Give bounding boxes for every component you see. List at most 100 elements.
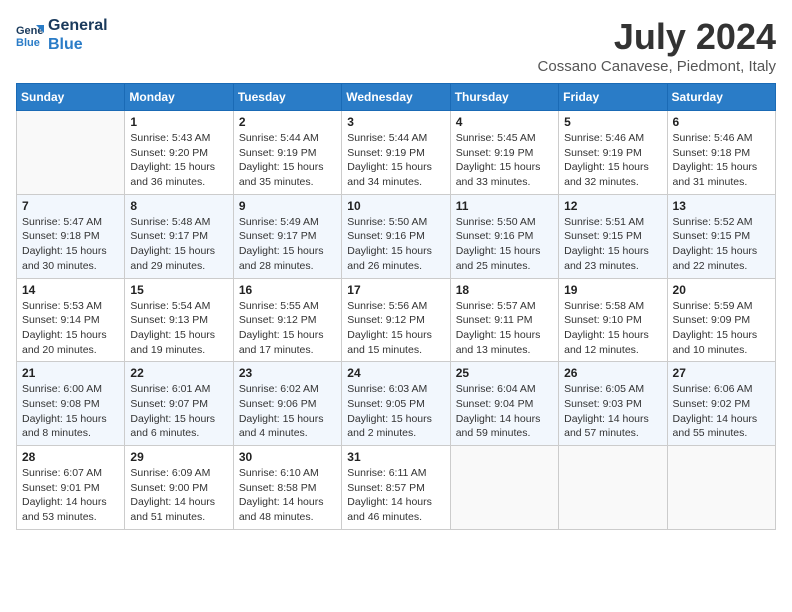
day-info: Sunrise: 5:44 AM Sunset: 9:19 PM Dayligh… (239, 131, 336, 190)
calendar-cell: 9Sunrise: 5:49 AM Sunset: 9:17 PM Daylig… (233, 194, 341, 278)
day-number: 17 (347, 283, 444, 297)
day-number: 26 (564, 366, 661, 380)
calendar-cell: 27 Sunrise: 6:06 AM Sunset: 9:02 PM Dayli… (667, 362, 775, 446)
calendar-cell: 19 Sunrise: 5:58 AM Sunset: 9:10 PM Dayli… (559, 278, 667, 362)
calendar-week-row: 21 Sunrise: 6:00 AM Sunset: 9:08 PM Dayli… (17, 362, 776, 446)
day-number: 16 (239, 283, 336, 297)
day-info: Sunrise: 5:46 AM Sunset: 9:18 PM Dayligh… (673, 131, 770, 190)
weekday-header-tuesday: Tuesday (233, 84, 341, 111)
calendar-cell: 14Sunrise: 5:53 AM Sunset: 9:14 PM Dayli… (17, 278, 125, 362)
day-number: 22 (130, 366, 227, 380)
day-info: Sunrise: 6:05 AM Sunset: 9:03 PM Dayligh… (564, 382, 661, 441)
calendar-week-row: 28 Sunrise: 6:07 AM Sunset: 9:01 PM Dayli… (17, 446, 776, 530)
logo: General Blue General Blue (16, 16, 108, 54)
calendar-cell: 22Sunrise: 6:01 AM Sunset: 9:07 PM Dayli… (125, 362, 233, 446)
calendar-cell (450, 446, 558, 530)
calendar-cell: 15 Sunrise: 5:54 AM Sunset: 9:13 PM Dayli… (125, 278, 233, 362)
calendar-cell: 24Sunrise: 6:03 AM Sunset: 9:05 PM Dayli… (342, 362, 450, 446)
day-info: Sunrise: 5:51 AM Sunset: 9:15 PM Dayligh… (564, 215, 661, 274)
calendar-cell: 23 Sunrise: 6:02 AM Sunset: 9:06 PM Dayli… (233, 362, 341, 446)
calendar-cell: 11Sunrise: 5:50 AM Sunset: 9:16 PM Dayli… (450, 194, 558, 278)
day-info: Sunrise: 6:11 AM Sunset: 8:57 PM Dayligh… (347, 466, 444, 525)
calendar-week-row: 1 Sunrise: 5:43 AM Sunset: 9:20 PM Daylig… (17, 111, 776, 195)
day-info: Sunrise: 6:00 AM Sunset: 9:08 PM Dayligh… (22, 382, 119, 441)
calendar-cell: 13 Sunrise: 5:52 AM Sunset: 9:15 PM Dayli… (667, 194, 775, 278)
day-number: 29 (130, 450, 227, 464)
day-number: 18 (456, 283, 553, 297)
day-number: 14 (22, 283, 119, 297)
day-info: Sunrise: 5:47 AM Sunset: 9:18 PM Dayligh… (22, 215, 119, 274)
day-info: Sunrise: 6:04 AM Sunset: 9:04 PM Dayligh… (456, 382, 553, 441)
day-info: Sunrise: 5:59 AM Sunset: 9:09 PM Dayligh… (673, 299, 770, 358)
day-number: 19 (564, 283, 661, 297)
day-number: 8 (130, 199, 227, 213)
day-info: Sunrise: 5:50 AM Sunset: 9:16 PM Dayligh… (347, 215, 444, 274)
day-info: Sunrise: 5:46 AM Sunset: 9:19 PM Dayligh… (564, 131, 661, 190)
day-info: Sunrise: 6:06 AM Sunset: 9:02 PM Dayligh… (673, 382, 770, 441)
calendar-cell: 16Sunrise: 5:55 AM Sunset: 9:12 PM Dayli… (233, 278, 341, 362)
day-number: 15 (130, 283, 227, 297)
day-number: 5 (564, 115, 661, 129)
day-number: 25 (456, 366, 553, 380)
calendar-cell: 1 Sunrise: 5:43 AM Sunset: 9:20 PM Daylig… (125, 111, 233, 195)
day-number: 12 (564, 199, 661, 213)
logo-blue: Blue (48, 35, 108, 54)
day-number: 7 (22, 199, 119, 213)
calendar-cell: 3 Sunrise: 5:44 AM Sunset: 9:19 PM Daylig… (342, 111, 450, 195)
month-year-title: July 2024 (538, 16, 776, 58)
day-info: Sunrise: 6:02 AM Sunset: 9:06 PM Dayligh… (239, 382, 336, 441)
day-number: 13 (673, 199, 770, 213)
day-number: 28 (22, 450, 119, 464)
day-number: 20 (673, 283, 770, 297)
day-number: 1 (130, 115, 227, 129)
logo-general: General (48, 16, 108, 35)
logo-icon: General Blue (16, 21, 44, 49)
calendar-cell: 7 Sunrise: 5:47 AM Sunset: 9:18 PM Daylig… (17, 194, 125, 278)
day-number: 4 (456, 115, 553, 129)
day-number: 2 (239, 115, 336, 129)
calendar-cell: 2 Sunrise: 5:44 AM Sunset: 9:19 PM Daylig… (233, 111, 341, 195)
day-info: Sunrise: 6:09 AM Sunset: 9:00 PM Dayligh… (130, 466, 227, 525)
day-info: Sunrise: 6:07 AM Sunset: 9:01 PM Dayligh… (22, 466, 119, 525)
day-info: Sunrise: 5:44 AM Sunset: 9:19 PM Dayligh… (347, 131, 444, 190)
day-info: Sunrise: 5:45 AM Sunset: 9:19 PM Dayligh… (456, 131, 553, 190)
day-number: 6 (673, 115, 770, 129)
day-number: 24 (347, 366, 444, 380)
calendar-cell: 31 Sunrise: 6:11 AM Sunset: 8:57 PM Dayli… (342, 446, 450, 530)
day-info: Sunrise: 5:43 AM Sunset: 9:20 PM Dayligh… (130, 131, 227, 190)
day-info: Sunrise: 5:57 AM Sunset: 9:11 PM Dayligh… (456, 299, 553, 358)
calendar-cell: 28 Sunrise: 6:07 AM Sunset: 9:01 PM Dayli… (17, 446, 125, 530)
day-info: Sunrise: 5:58 AM Sunset: 9:10 PM Dayligh… (564, 299, 661, 358)
page-header: General Blue General Blue July 2024 Coss… (16, 16, 776, 75)
day-number: 31 (347, 450, 444, 464)
calendar-cell: 8Sunrise: 5:48 AM Sunset: 9:17 PM Daylig… (125, 194, 233, 278)
day-info: Sunrise: 5:56 AM Sunset: 9:12 PM Dayligh… (347, 299, 444, 358)
calendar-cell (667, 446, 775, 530)
calendar-cell: 18 Sunrise: 5:57 AM Sunset: 9:11 PM Dayli… (450, 278, 558, 362)
calendar-cell: 12 Sunrise: 5:51 AM Sunset: 9:15 PM Dayli… (559, 194, 667, 278)
weekday-header-wednesday: Wednesday (342, 84, 450, 111)
day-number: 3 (347, 115, 444, 129)
calendar-cell: 29 Sunrise: 6:09 AM Sunset: 9:00 PM Dayli… (125, 446, 233, 530)
calendar-cell: 21 Sunrise: 6:00 AM Sunset: 9:08 PM Dayli… (17, 362, 125, 446)
day-number: 27 (673, 366, 770, 380)
day-number: 21 (22, 366, 119, 380)
day-info: Sunrise: 5:54 AM Sunset: 9:13 PM Dayligh… (130, 299, 227, 358)
day-number: 23 (239, 366, 336, 380)
day-info: Sunrise: 5:50 AM Sunset: 9:16 PM Dayligh… (456, 215, 553, 274)
day-info: Sunrise: 6:10 AM Sunset: 8:58 PM Dayligh… (239, 466, 336, 525)
calendar-cell: 26 Sunrise: 6:05 AM Sunset: 9:03 PM Dayli… (559, 362, 667, 446)
day-number: 10 (347, 199, 444, 213)
calendar-cell: 20 Sunrise: 5:59 AM Sunset: 9:09 PM Dayli… (667, 278, 775, 362)
day-number: 9 (239, 199, 336, 213)
calendar-cell: 10 Sunrise: 5:50 AM Sunset: 9:16 PM Dayli… (342, 194, 450, 278)
weekday-header-friday: Friday (559, 84, 667, 111)
location-text: Cossano Canavese, Piedmont, Italy (538, 58, 776, 75)
calendar-cell: 4 Sunrise: 5:45 AM Sunset: 9:19 PM Daylig… (450, 111, 558, 195)
day-info: Sunrise: 5:52 AM Sunset: 9:15 PM Dayligh… (673, 215, 770, 274)
weekday-header-monday: Monday (125, 84, 233, 111)
calendar-cell: 5 Sunrise: 5:46 AM Sunset: 9:19 PM Daylig… (559, 111, 667, 195)
weekday-header-saturday: Saturday (667, 84, 775, 111)
calendar-week-row: 14Sunrise: 5:53 AM Sunset: 9:14 PM Dayli… (17, 278, 776, 362)
svg-text:Blue: Blue (16, 37, 40, 49)
